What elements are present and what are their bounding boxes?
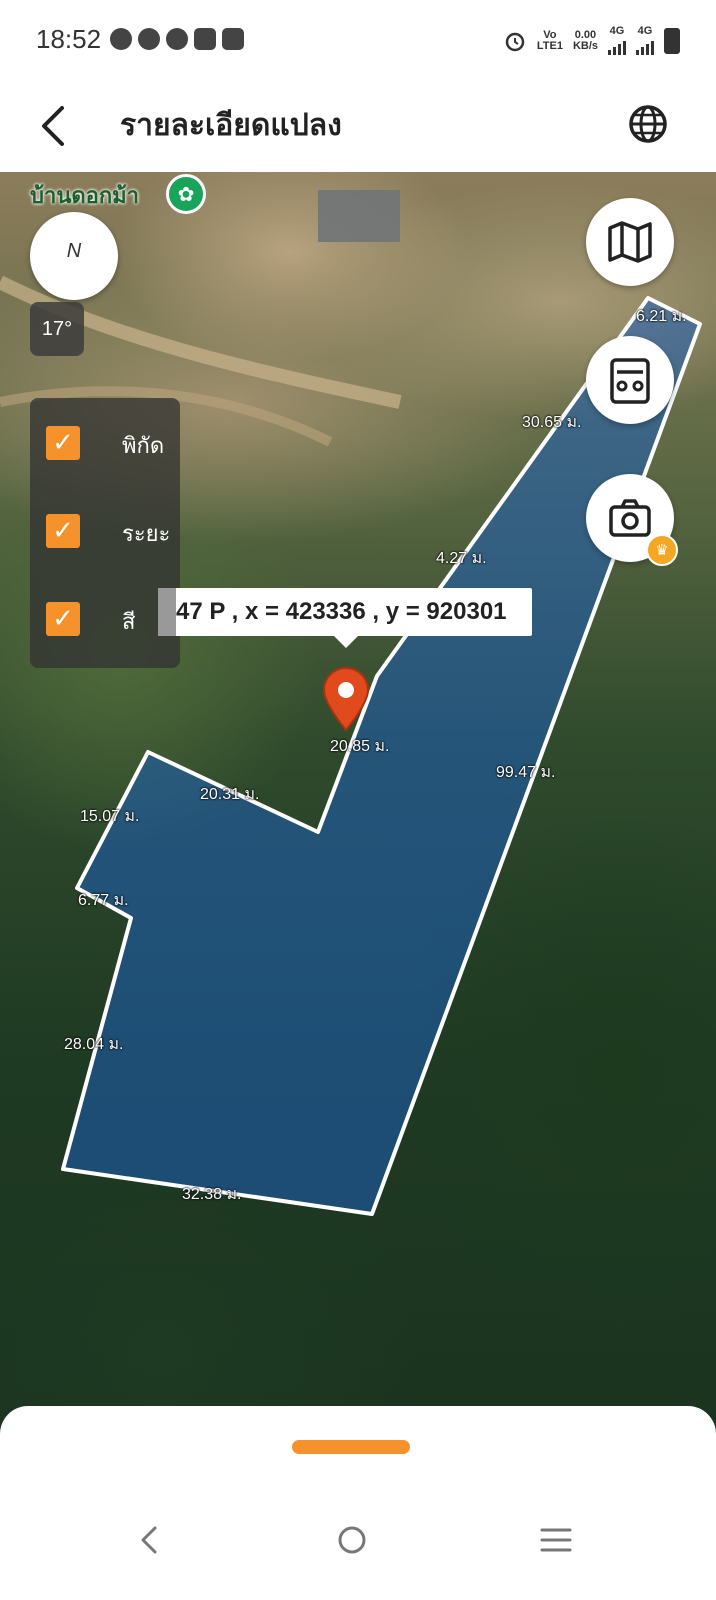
battery-icon [664,27,680,54]
map-icon [608,221,652,263]
back-button[interactable] [30,98,86,154]
calculator-button[interactable] [586,336,674,424]
village-icon[interactable]: ✿ [166,174,206,214]
system-navigation-bar [0,1490,716,1600]
distance-label: 6.21 ม. [636,308,687,325]
checkbox-checked-icon[interactable]: ✓ [46,514,80,548]
lte-label: LTE1 [536,39,563,52]
distance-label: 28.04 ม. [64,1036,124,1053]
globe-icon [629,105,667,143]
network-type: Vo LTE1 [536,28,563,52]
signal-2: 4G [636,26,654,55]
coordinate-callout-edge [158,588,176,636]
nav-menu-icon [540,1528,572,1552]
layer-label: พิกัด [122,434,165,459]
map-type-button[interactable] [586,198,674,286]
map-view[interactable]: บ้านดอกม้า ✿ N 17° ✓ พิกัด ✓ ระยะ ✓ สี ♛… [0,172,716,1442]
checkbox-checked-icon[interactable]: ✓ [46,602,80,636]
place-label: บ้านดอกม้า [30,184,140,209]
back-arrow-icon [42,106,64,146]
calculator-icon [610,358,650,404]
signal-strength-icon [608,37,626,55]
checkbox-checked-icon[interactable]: ✓ [46,426,80,460]
layer-label: สี [122,610,136,635]
location-marker[interactable] [320,666,372,732]
distance-label: 6.77 ม. [78,892,129,909]
app-bar: รายละเอียดแปลง [0,80,716,172]
temperature-badge: 17° [30,302,84,356]
distance-label: 20.85 ม. [330,738,390,755]
signal-strength-icon [636,37,654,55]
signal-1: 4G [608,26,626,55]
volte-label: Vo [543,28,557,41]
compass-button[interactable]: N [30,212,118,300]
mail-icon [222,28,244,50]
chat-icon [138,28,160,50]
notification-icons [110,28,244,50]
nav-back-button[interactable] [120,1510,180,1570]
nav-home-icon [338,1526,366,1554]
app-notification-icon [194,28,216,50]
coordinate-callout: 47 P , x = 423336 , y = 920301 [158,588,532,648]
speed-value: 0.00 [574,28,597,41]
nav-home-button[interactable] [322,1510,382,1570]
bottom-sheet-handle[interactable] [292,1440,410,1454]
distance-label: 20.31 ม. [200,786,260,803]
location-pin-icon [322,667,370,732]
speed-unit: KB/s [572,39,598,52]
distance-label: 4.27 ม. [436,550,487,567]
line-icon [166,28,188,50]
coordinate-text: 47 P , x = 423336 , y = 920301 [176,598,507,625]
messenger-icon [110,28,132,50]
signal-2-label: 4G [637,25,653,37]
alarm-icon [505,32,525,51]
camera-button[interactable]: ♛ [586,474,678,566]
layer-label: ระยะ [122,522,171,547]
distance-label: 30.65 ม. [522,414,582,431]
crown-icon: ♛ [646,534,678,566]
distance-label: 15.07 ม. [80,808,140,825]
system-icons: Vo LTE1 0.00 KB/s 4G 4G [503,26,680,55]
network-speed: 0.00 KB/s [572,28,598,52]
language-button[interactable] [620,96,676,152]
status-time: 18:52 [36,24,102,54]
distance-label: 99.47 ม. [496,764,556,781]
status-bar: 18:52 Vo LTE1 0.00 KB/s 4G 4G [0,0,716,80]
nav-back-icon [141,1526,157,1554]
signal-1-label: 4G [609,25,625,37]
distance-label: 32.38 ม. [182,1186,242,1203]
page-title: รายละเอียดแปลง [120,108,342,143]
nav-recents-button[interactable] [526,1510,586,1570]
layer-toggle-distance[interactable]: ✓ ระยะ [30,496,180,566]
layer-toggle-coordinates[interactable]: ✓ พิกัด [30,408,180,478]
compass-icon: N [66,240,82,262]
